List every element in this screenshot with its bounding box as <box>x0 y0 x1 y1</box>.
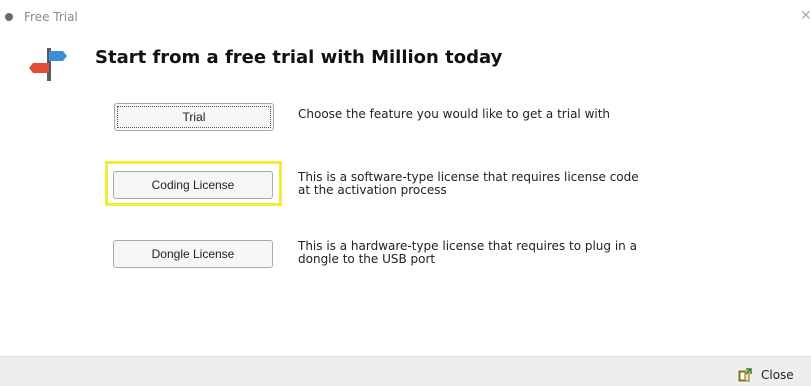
coding-license-description-line-2: at the activation process <box>298 183 447 197</box>
dongle-license-description: This is a hardware-type license that req… <box>298 240 778 266</box>
title-bar: Free Trial ✕ <box>0 0 811 34</box>
coding-license-button[interactable]: Coding License <box>113 171 273 199</box>
close-button[interactable]: Close <box>727 363 811 386</box>
page-title: Start from a free trial with Million tod… <box>95 47 503 68</box>
window-close-icon[interactable]: ✕ <box>800 8 811 24</box>
window-title: Free Trial <box>24 10 78 24</box>
signpost-icon <box>29 48 67 81</box>
window-icon <box>5 13 13 21</box>
dongle-license-description-line-2: dongle to the USB port <box>298 252 436 266</box>
coding-license-description: This is a software-type license that req… <box>298 171 778 197</box>
trial-description: Choose the feature you would like to get… <box>298 107 611 121</box>
exit-door-icon <box>738 367 752 381</box>
trial-button[interactable]: Trial <box>114 103 274 131</box>
footer-bar: Close <box>0 356 811 386</box>
dongle-license-button[interactable]: Dongle License <box>113 240 273 268</box>
close-button-label: Close <box>761 367 794 382</box>
